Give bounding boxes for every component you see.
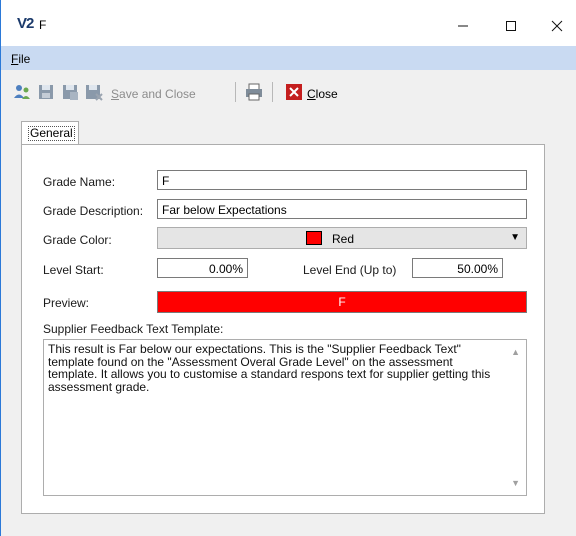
scroll-up-icon[interactable]: ▲ [511, 346, 520, 359]
level-start-field[interactable]: 0.00% [157, 258, 248, 278]
grade-color-select[interactable]: Red ▼ [157, 227, 527, 249]
application-window: V2 F File Save and Close Close General G… [0, 0, 576, 536]
save-and-close-label: ave and Close [119, 87, 196, 101]
minimize-button[interactable] [443, 8, 483, 44]
toolbar-separator [272, 82, 273, 102]
grade-description-field[interactable]: Far below Expectations [157, 199, 527, 219]
toolbar: Save and Close Close [1, 76, 576, 106]
menu-file[interactable]: File [11, 52, 30, 66]
save-as-icon[interactable] [61, 83, 79, 101]
level-end-label: Level End (Up to) [303, 263, 397, 277]
scroll-down-icon[interactable]: ▼ [511, 477, 520, 490]
close-red-icon[interactable] [285, 83, 303, 101]
grade-description-label: Grade Description: [43, 204, 144, 218]
app-logo-icon: V2 [17, 15, 34, 32]
grade-color-value: Red [332, 232, 355, 246]
save-and-close-accelerator: S [111, 87, 120, 101]
level-start-label: Level Start: [43, 263, 104, 277]
window-title: F [39, 18, 47, 32]
grade-color-label: Grade Color: [43, 233, 112, 247]
grade-name-field[interactable]: F [157, 170, 527, 190]
feedback-template-text: This result is Far below our expectation… [48, 342, 491, 394]
close-button[interactable]: Close [307, 87, 338, 101]
save-and-close-icon[interactable] [85, 83, 103, 101]
users-icon[interactable] [13, 83, 31, 101]
tab-general-label: General [28, 126, 75, 141]
chevron-down-icon: ▼ [510, 232, 520, 243]
save-and-close-button[interactable]: Save and Close [111, 87, 196, 101]
tab-general[interactable]: General [21, 121, 79, 145]
print-icon[interactable] [245, 83, 263, 101]
level-end-field[interactable]: 50.00% [412, 258, 503, 278]
minimize-icon [458, 25, 468, 27]
feedback-template-textarea[interactable]: This result is Far below our expectation… [43, 339, 527, 496]
close-icon [551, 20, 563, 32]
template-label: Supplier Feedback Text Template: [43, 322, 224, 336]
maximize-button[interactable] [491, 8, 531, 44]
preview-label: Preview: [43, 296, 90, 310]
toolbar-separator [235, 82, 236, 102]
save-icon[interactable] [37, 83, 55, 101]
close-label: lose [315, 87, 338, 101]
general-panel: Grade Name: F Grade Description: Far bel… [21, 144, 545, 514]
grade-name-label: Grade Name: [43, 175, 116, 189]
close-accelerator: C [307, 87, 316, 101]
maximize-icon [506, 21, 516, 31]
menu-file-label: ile [18, 52, 31, 66]
window-close-button[interactable] [537, 8, 576, 44]
grade-preview: F [157, 291, 527, 313]
menu-bar: File [1, 46, 576, 70]
color-swatch [306, 231, 322, 245]
